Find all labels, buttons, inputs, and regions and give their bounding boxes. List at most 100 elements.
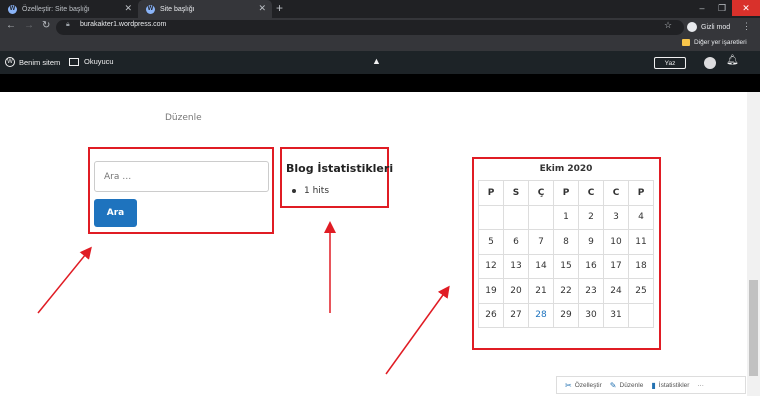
bookmarks-bar: Diğer yer işaretleri bbox=[0, 37, 760, 51]
my-site-link[interactable]: W Benim sitem bbox=[5, 57, 60, 67]
avatar[interactable] bbox=[704, 57, 716, 69]
calendar-day: 26 bbox=[478, 302, 504, 328]
calendar-day: 24 bbox=[603, 278, 629, 304]
lock-icon[interactable]: 🔒︎ bbox=[66, 21, 70, 29]
calendar-day: 13 bbox=[503, 253, 529, 279]
weekday-header: P bbox=[628, 180, 654, 206]
calendar-day: 27 bbox=[503, 302, 529, 328]
search-input[interactable] bbox=[94, 161, 269, 192]
calendar-weekday-row: P S Ç P C C P bbox=[478, 180, 654, 206]
browser-menu-icon[interactable]: ⋮ bbox=[742, 21, 751, 32]
calendar-day bbox=[628, 302, 654, 328]
calendar-day: 20 bbox=[503, 278, 529, 304]
back-icon[interactable]: ← bbox=[6, 20, 16, 31]
calendar-day bbox=[478, 204, 504, 230]
bottom-toolbar: ✂ Özelleştir ✎ Düzenle ▮ İstatistikler ·… bbox=[556, 376, 746, 394]
new-tab-button[interactable]: + bbox=[276, 1, 283, 15]
calendar-day: 10 bbox=[603, 229, 629, 255]
weekday-header: C bbox=[603, 180, 629, 206]
edit-link[interactable]: Düzenle bbox=[165, 113, 202, 123]
calendar-day: 14 bbox=[528, 253, 554, 279]
forward-icon[interactable]: → bbox=[24, 20, 34, 31]
weekday-header: Ç bbox=[528, 180, 554, 206]
weekday-header: S bbox=[503, 180, 529, 206]
pencil-icon: ✎ bbox=[609, 380, 617, 390]
calendar-day bbox=[528, 204, 554, 230]
bar-chart-icon: ▮ bbox=[651, 380, 656, 390]
tab-site-title[interactable]: W Site başlığı ✕ bbox=[138, 0, 272, 18]
weekday-header: P bbox=[478, 180, 504, 206]
other-bookmarks[interactable]: Diğer yer işaretleri bbox=[682, 39, 747, 46]
customize-label: Özelleştir bbox=[574, 381, 602, 389]
calendar-day: 2 bbox=[578, 204, 604, 230]
site-header-strip bbox=[0, 74, 760, 92]
weekday-header: P bbox=[553, 180, 579, 206]
calendar-day: 1 bbox=[553, 204, 579, 230]
calendar-day bbox=[503, 204, 529, 230]
calendar-caption: Ekim 2020 bbox=[539, 164, 593, 174]
calendar-week-row: 26 27 28 29 30 31 bbox=[478, 302, 654, 328]
tab-title: Özelleştir: Site başlığı bbox=[22, 5, 90, 13]
browser-toolbar: ← → ↻ 🔒︎ burakakter1.wordpress.com ☆ Giz… bbox=[0, 18, 760, 37]
arrow-to-search bbox=[37, 246, 92, 314]
wordpress-favicon-icon: W bbox=[8, 4, 17, 14]
search-button[interactable]: Ara bbox=[94, 199, 137, 227]
more-label: ··· bbox=[697, 381, 704, 389]
collapse-icon[interactable]: ▲ bbox=[372, 56, 381, 66]
calendar-day-link[interactable]: 28 bbox=[528, 302, 554, 328]
calendar-day: 3 bbox=[603, 204, 629, 230]
calendar-day: 29 bbox=[553, 302, 579, 328]
stats-button[interactable]: ▮ İstatistikler bbox=[651, 381, 689, 390]
my-site-label: Benim sitem bbox=[19, 57, 61, 67]
other-bookmarks-label: Diğer yer işaretleri bbox=[694, 39, 747, 46]
minimize-button[interactable]: – bbox=[692, 0, 712, 16]
customize-button[interactable]: ✂ Özelleştir bbox=[565, 381, 602, 390]
stats-widget-highlight bbox=[280, 147, 389, 208]
calendar-day: 8 bbox=[553, 229, 579, 255]
tab-title: Site başlığı bbox=[160, 5, 195, 13]
write-button[interactable]: Yaz bbox=[654, 57, 686, 69]
list-item: 1 hits bbox=[292, 186, 329, 196]
close-tab-icon[interactable]: ✕ bbox=[258, 3, 266, 14]
tab-customize[interactable]: W Özelleştir: Site başlığı ✕ bbox=[0, 0, 138, 18]
bullet-icon bbox=[292, 189, 296, 193]
weekday-header: C bbox=[578, 180, 604, 206]
reload-icon[interactable]: ↻ bbox=[42, 20, 50, 31]
calendar-day: 19 bbox=[478, 278, 504, 304]
calendar-day: 7 bbox=[528, 229, 554, 255]
restore-button[interactable]: ❐ bbox=[712, 0, 732, 16]
reader-icon bbox=[69, 57, 79, 66]
close-window-button[interactable]: ✕ bbox=[732, 0, 760, 16]
calendar-day: 23 bbox=[578, 278, 604, 304]
url-text[interactable]: burakakter1.wordpress.com bbox=[80, 21, 166, 28]
incognito-icon bbox=[687, 22, 697, 32]
folder-icon bbox=[682, 39, 690, 46]
tools-icon: ✂ bbox=[565, 380, 572, 390]
calendar-week-row: 5 6 7 8 9 10 11 bbox=[478, 229, 654, 255]
wp-admin-bar: W Benim sitem Okuyucu ▲ Yaz 🔔︎ bbox=[0, 51, 760, 74]
wordpress-logo-icon: W bbox=[5, 57, 15, 67]
reader-link[interactable]: Okuyucu bbox=[69, 57, 114, 66]
more-button[interactable]: ··· bbox=[697, 382, 704, 389]
calendar-day: 22 bbox=[553, 278, 579, 304]
calendar-table: P S Ç P C C P 1 2 3 4 5 6 7 8 9 10 11 12… bbox=[478, 180, 654, 328]
stats-label: İstatistikler bbox=[658, 381, 690, 389]
calendar-day: 15 bbox=[553, 253, 579, 279]
calendar-day: 31 bbox=[603, 302, 629, 328]
stats-widget-title: Blog İstatistikleri bbox=[286, 162, 394, 175]
notifications-bell-icon[interactable]: 🔔︎ bbox=[726, 55, 739, 66]
incognito-label: Gizli mod bbox=[701, 23, 731, 31]
calendar-day: 6 bbox=[503, 229, 529, 255]
reader-label: Okuyucu bbox=[84, 57, 114, 66]
incognito-indicator[interactable]: Gizli mod bbox=[687, 20, 730, 34]
scrollbar-thumb[interactable] bbox=[749, 280, 758, 376]
browser-tab-strip: W Özelleştir: Site başlığı ✕ W Site başl… bbox=[0, 0, 760, 18]
calendar-week-row: 12 13 14 15 16 17 18 bbox=[478, 253, 654, 279]
bookmark-star-icon[interactable]: ☆ bbox=[664, 20, 672, 31]
close-tab-icon[interactable]: ✕ bbox=[124, 3, 132, 14]
edit-button[interactable]: ✎ Düzenle bbox=[610, 381, 644, 390]
calendar-day: 18 bbox=[628, 253, 654, 279]
calendar-day: 9 bbox=[578, 229, 604, 255]
edit-label: Düzenle bbox=[619, 381, 644, 389]
hits-count: 1 hits bbox=[304, 186, 330, 196]
